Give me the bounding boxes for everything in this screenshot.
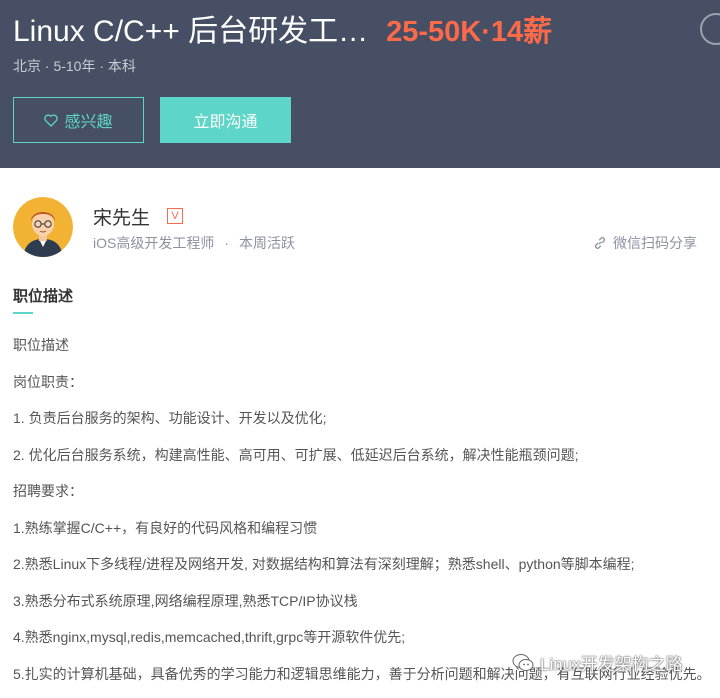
chat-now-button[interactable]: 立即沟通	[160, 97, 291, 143]
job-meta: 北京 · 5-10年 · 本科	[13, 56, 136, 76]
description-line: 2. 优化后台服务系统，构建高性能、高可用、可扩展、低延迟后台系统，解决性能瓶颈…	[13, 443, 713, 480]
close-icon[interactable]	[700, 13, 720, 45]
description-line: 3.熟悉分布式系统原理,网络编程原理,熟悉TCP/IP协议栈	[13, 589, 713, 626]
section-title: 职位描述	[13, 285, 73, 306]
recruiter-position: iOS高级开发工程师	[93, 235, 214, 251]
link-icon	[593, 236, 607, 250]
interest-button[interactable]: 感兴趣	[13, 97, 144, 143]
interest-button-label: 感兴趣	[64, 108, 112, 132]
job-salary: 25-50K·14薪	[386, 16, 552, 48]
watermark: Linux开发架构之路	[512, 650, 683, 675]
section-title-underline	[13, 312, 33, 314]
share-label: 微信扫码分享	[613, 233, 697, 253]
description-line: 职位描述	[13, 333, 713, 370]
recruiter-name: 宋先生	[93, 203, 150, 230]
recruiter-activity: 本周活跃	[239, 235, 295, 251]
recruiter-separator: ·	[224, 235, 229, 251]
description-line: 招聘要求：	[13, 479, 713, 516]
wechat-icon	[512, 653, 534, 673]
description-line: 岗位职责：	[13, 370, 713, 407]
job-description: 职位描述 岗位职责： 1. 负责后台服务的架构、功能设计、开发以及优化; 2. …	[13, 333, 713, 698]
job-header: Linux C/C++ 后台研发工… 25-50K·14薪 北京 · 5-10年 …	[0, 0, 720, 168]
verified-badge: V	[167, 208, 183, 224]
description-line: 1. 负责后台服务的架构、功能设计、开发以及优化;	[13, 406, 713, 443]
description-line: 2.熟悉Linux下多线程/进程及网络开发, 对数据结构和算法有深刻理解；熟悉s…	[13, 552, 713, 589]
avatar[interactable]	[13, 197, 73, 257]
heart-icon	[44, 114, 58, 127]
chat-now-button-label: 立即沟通	[193, 108, 257, 132]
recruiter-info: iOS高级开发工程师 · 本周活跃	[93, 233, 295, 253]
job-title: Linux C/C++ 后台研发工…	[13, 15, 368, 48]
job-title-row: Linux C/C++ 后台研发工… 25-50K·14薪	[13, 6, 552, 50]
watermark-text: Linux开发架构之路	[540, 650, 683, 675]
description-line: 1.熟练掌握C/C++，有良好的代码风格和编程习惯	[13, 516, 713, 553]
wechat-share-button[interactable]: 微信扫码分享	[593, 233, 697, 253]
